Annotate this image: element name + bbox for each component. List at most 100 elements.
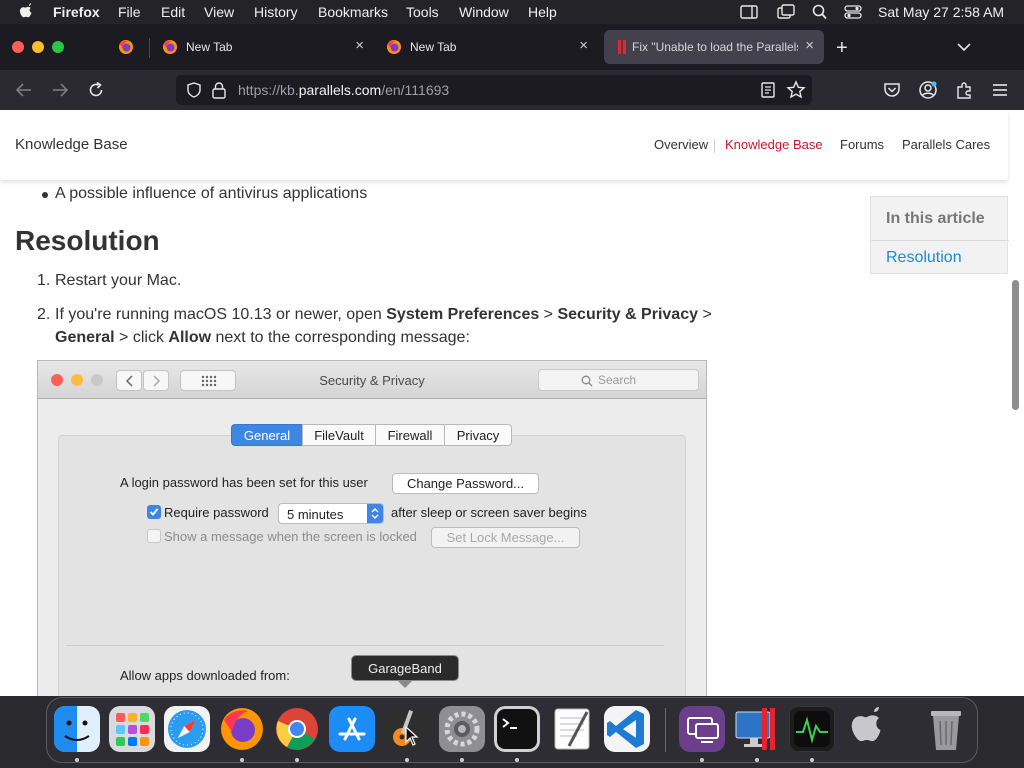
running-indicator (810, 758, 814, 762)
step-1-text: Restart your Mac. (55, 272, 182, 289)
tab-close-icon[interactable]: × (805, 37, 814, 54)
menu-history[interactable]: History (254, 4, 298, 20)
after-sleep-text: after sleep or screen saver begins (391, 505, 587, 520)
running-indicator (460, 758, 464, 762)
popup-stepper (367, 504, 383, 523)
running-indicator (700, 758, 704, 762)
parallels-desktop-icon[interactable] (734, 706, 780, 752)
parallels-favicon-icon (618, 40, 626, 54)
running-indicator (515, 758, 519, 762)
spotlight-icon[interactable] (811, 4, 829, 20)
menu-bookmarks[interactable]: Bookmarks (318, 4, 388, 20)
terminal-icon[interactable] (494, 706, 540, 752)
screenshot-tab-filevault: FileVault (302, 424, 376, 446)
bookmark-star-icon[interactable] (786, 80, 806, 100)
screenshot-divider (66, 645, 664, 646)
nav-link-overview[interactable]: Overview (654, 137, 708, 152)
step-number: 2. (37, 306, 51, 323)
step-2-line-2: General > click Allow next to the corres… (55, 329, 470, 346)
hamburger-menu-icon[interactable] (990, 80, 1010, 100)
nav-link-knowledge-base[interactable]: Knowledge Base (725, 137, 823, 152)
menu-tools[interactable]: Tools (406, 4, 439, 20)
list-all-tabs-chevron-icon[interactable] (956, 40, 972, 54)
chrome-icon[interactable] (274, 706, 320, 752)
nav-divider (714, 139, 715, 153)
apple-menu-icon[interactable] (18, 3, 34, 21)
site-title[interactable]: Knowledge Base (15, 136, 128, 153)
tab-new-tab-1[interactable]: New Tab × (152, 30, 374, 64)
login-password-text: A login password has been set for this u… (120, 475, 368, 490)
menu-help[interactable]: Help (528, 4, 557, 20)
nav-link-parallels-cares[interactable]: Parallels Cares (902, 137, 990, 152)
screenshot-tab-general: General (231, 424, 303, 446)
textedit-icon[interactable] (549, 706, 595, 752)
navigation-toolbar: https://kb.parallels.com/en/111693 (0, 70, 1024, 110)
require-password-label: Require password (164, 505, 269, 520)
tab-close-icon[interactable]: × (355, 37, 364, 54)
allow-apps-label: Allow apps downloaded from: (120, 668, 290, 683)
safari-icon[interactable] (164, 706, 210, 752)
menu-app-name[interactable]: Firefox (53, 4, 100, 20)
tab-separator (149, 38, 150, 58)
back-arrow-icon[interactable] (14, 80, 34, 100)
window-minimize-button[interactable] (32, 41, 44, 53)
resolution-link[interactable]: Resolution (886, 249, 962, 267)
in-this-article-heading: In this article (886, 210, 985, 227)
sidebar-status-icon[interactable] (740, 4, 758, 20)
nav-link-forums[interactable]: Forums (840, 137, 884, 152)
firefox-icon[interactable] (219, 706, 265, 752)
reload-icon[interactable] (86, 80, 106, 100)
tab-pinned-firefox[interactable] (104, 30, 148, 64)
launchpad-icon[interactable] (109, 706, 155, 752)
vscode-icon[interactable] (604, 706, 650, 752)
forward-arrow-icon[interactable] (50, 80, 70, 100)
menu-view[interactable]: View (204, 4, 234, 20)
lock-icon[interactable] (211, 81, 227, 99)
require-password-checkbox (147, 505, 161, 519)
tab-close-icon[interactable]: × (579, 37, 588, 54)
dock (46, 697, 978, 763)
url-bar[interactable]: https://kb.parallels.com/en/111693 (176, 75, 812, 105)
page-scrollbar[interactable] (1012, 280, 1019, 410)
step-2-line-1: If you're running macOS 10.13 or newer, … (55, 306, 712, 323)
parallels-desktop-screen-icon[interactable] (679, 706, 725, 752)
running-indicator (295, 758, 299, 762)
tab-parallels-kb[interactable]: Fix "Unable to load the Parallels × (604, 30, 824, 64)
system-preferences-icon[interactable] (439, 706, 485, 752)
menu-clock[interactable]: Sat May 27 2:58 AM (878, 4, 1004, 20)
activity-monitor-icon[interactable] (789, 706, 835, 752)
tracking-shield-icon[interactable] (186, 82, 202, 98)
tab-label: Fix "Unable to load the Parallels (632, 40, 798, 54)
extensions-puzzle-icon[interactable] (954, 80, 974, 100)
trash-icon[interactable] (923, 706, 969, 752)
window-close-button[interactable] (12, 41, 24, 53)
screen-mirroring-icon[interactable] (777, 4, 795, 20)
control-center-icon[interactable] (844, 4, 862, 20)
show-message-checkbox (147, 529, 161, 543)
account-icon[interactable] (918, 80, 938, 100)
window-zoom-button[interactable] (52, 41, 64, 53)
password-delay-popup: 5 minutes (278, 503, 384, 524)
in-this-article-box: In this article Resolution (870, 196, 1009, 274)
menu-window[interactable]: Window (459, 4, 509, 20)
running-indicator (240, 758, 244, 762)
finder-icon[interactable] (54, 706, 100, 752)
change-password-button: Change Password... (392, 473, 539, 494)
url-text[interactable]: https://kb.parallels.com/en/111693 (238, 82, 449, 98)
reader-view-icon[interactable] (760, 81, 776, 99)
up-down-chevron-icon (371, 508, 379, 519)
tab-new-tab-2[interactable]: New Tab × (376, 30, 598, 64)
web-page: Knowledge Base Overview Knowledge Base F… (0, 110, 1024, 696)
resolution-heading: Resolution (15, 225, 160, 256)
mouse-cursor-icon (405, 726, 419, 746)
menu-edit[interactable]: Edit (161, 4, 185, 20)
pocket-icon[interactable] (882, 80, 902, 100)
set-lock-message-button: Set Lock Message... (431, 527, 580, 548)
firefox-favicon-icon (387, 40, 401, 54)
dock-tooltip: GarageBand (351, 655, 459, 681)
menu-file[interactable]: File (118, 4, 141, 20)
new-tab-plus-icon[interactable]: + (836, 37, 848, 60)
boot-camp-apple-icon[interactable] (844, 706, 890, 752)
app-store-icon[interactable] (329, 706, 375, 752)
running-indicator (75, 758, 79, 762)
